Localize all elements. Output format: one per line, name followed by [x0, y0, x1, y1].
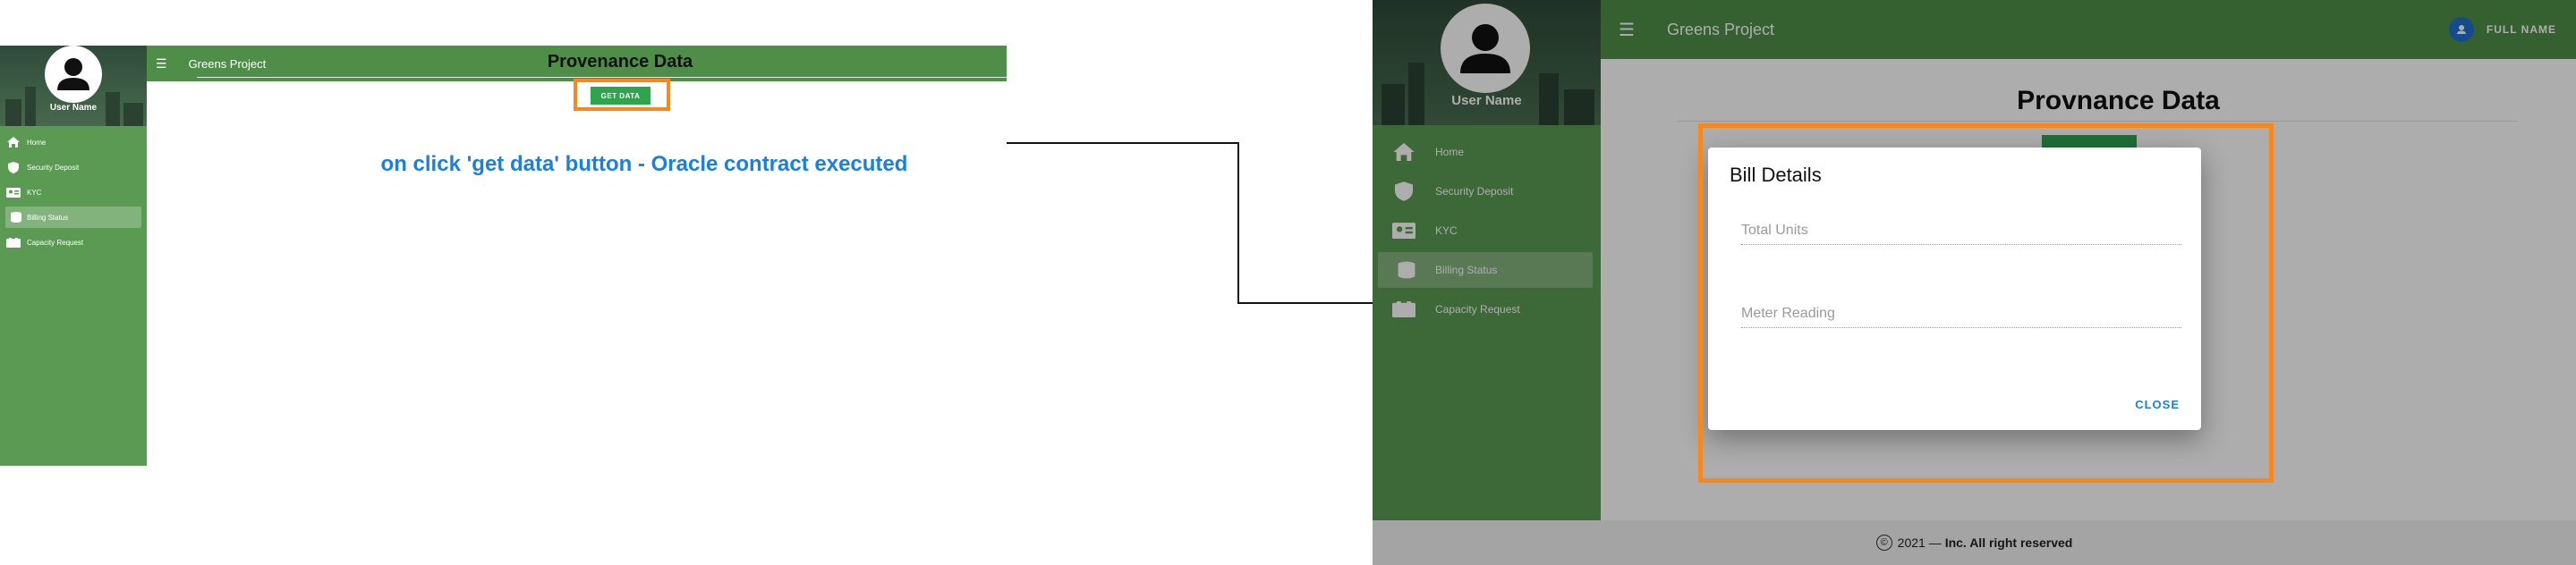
sidebar: User Name Home Security Deposit KYC Bill… — [0, 46, 147, 466]
sidebar-item-security-deposit[interactable]: Security Deposit — [0, 156, 147, 178]
user-icon — [57, 58, 89, 90]
avatar[interactable] — [45, 46, 102, 103]
sidebar-item-label: Home — [27, 138, 47, 147]
connector-line — [1007, 142, 1239, 144]
home-icon — [0, 137, 27, 148]
highlight-box — [574, 79, 670, 111]
sidebar-item-label: Capacity Request — [27, 238, 84, 247]
highlight-box — [1698, 123, 2274, 483]
connector-line — [1237, 142, 1239, 304]
shield-icon — [0, 161, 27, 173]
sidebar-item-label: Security Deposit — [27, 163, 80, 172]
sidebar-item-label: Billing Status — [27, 213, 69, 222]
user-name: User Name — [49, 103, 98, 113]
sidebar-item-home[interactable]: Home — [0, 131, 147, 153]
divider — [197, 77, 1007, 78]
sidebar-item-kyc[interactable]: KYC — [0, 181, 147, 203]
left-screen: User Name Home Security Deposit KYC Bill… — [0, 46, 1007, 466]
ticket-icon — [0, 237, 27, 248]
coins-icon — [5, 212, 27, 223]
sidebar-item-capacity-request[interactable]: Capacity Request — [0, 232, 147, 253]
sidebar-item-billing-status[interactable]: Billing Status — [5, 207, 141, 228]
right-screen: User Name Home Security Deposit KYC Bill… — [1373, 0, 2576, 565]
sidebar-header: User Name — [0, 46, 147, 126]
id-card-icon — [0, 187, 27, 198]
annotation-text: on click 'get data' button - Oracle cont… — [380, 152, 908, 176]
page-title: Provenance Data — [547, 52, 693, 72]
sidebar-item-label: KYC — [27, 188, 42, 197]
